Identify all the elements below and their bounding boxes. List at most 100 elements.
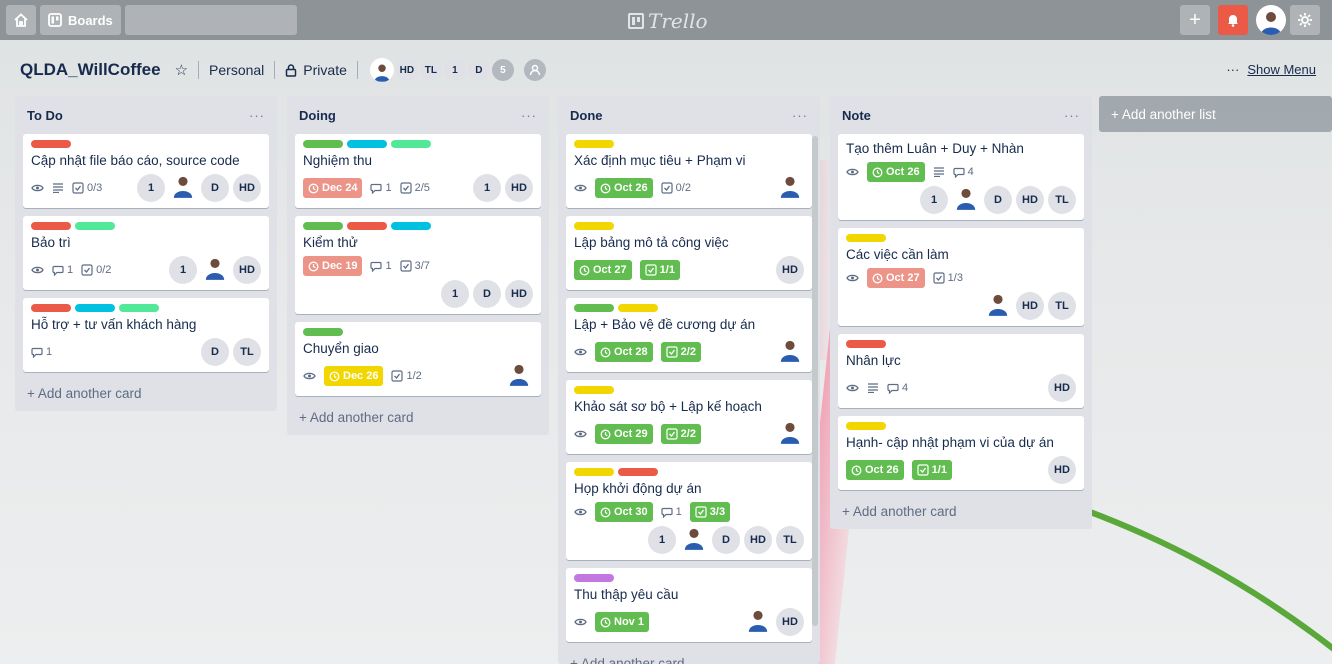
search-box[interactable] bbox=[103, 5, 297, 35]
team-button[interactable]: Personal bbox=[209, 62, 264, 78]
list-menu-icon[interactable]: ··· bbox=[521, 108, 537, 123]
card-label[interactable] bbox=[574, 386, 614, 394]
card-label[interactable] bbox=[303, 328, 343, 336]
card[interactable]: Thu thập yêu cầu Nov 1 HD bbox=[566, 568, 812, 642]
card-label[interactable] bbox=[574, 574, 614, 582]
list-menu-icon[interactable]: ··· bbox=[249, 108, 265, 123]
list-title[interactable]: To Do bbox=[27, 108, 63, 123]
card[interactable]: Lập + Bảo vệ đề cương dự án Oct 28 2/2 bbox=[566, 298, 812, 372]
due-date-badge[interactable]: Nov 1 bbox=[595, 612, 649, 632]
list-header[interactable]: Doing ··· bbox=[295, 96, 541, 134]
card-member-photo[interactable] bbox=[776, 174, 804, 202]
card-label[interactable] bbox=[846, 422, 886, 430]
board-member[interactable]: 1 bbox=[443, 59, 466, 81]
card-member[interactable]: TL bbox=[776, 526, 804, 554]
add-card-button[interactable]: + Add another card bbox=[295, 404, 541, 427]
card[interactable]: Tạo thêm Luân + Duy + Nhàn Oct 26 4 1 D HD TL bbox=[838, 134, 1084, 220]
card-member-photo[interactable] bbox=[776, 420, 804, 448]
card-member-photo[interactable] bbox=[169, 174, 197, 202]
card-member[interactable]: HD bbox=[233, 174, 261, 202]
board-title[interactable]: QLDA_WillCoffee bbox=[20, 60, 161, 80]
due-date-badge[interactable]: Oct 26 bbox=[867, 162, 925, 182]
card-label[interactable] bbox=[846, 234, 886, 242]
card-label[interactable] bbox=[391, 140, 431, 148]
card-member[interactable]: TL bbox=[1048, 292, 1076, 320]
card[interactable]: Hỗ trợ + tư vấn khách hàng 1 D TL bbox=[23, 298, 269, 372]
card-member[interactable]: HD bbox=[1048, 374, 1076, 402]
card[interactable]: Cập nhật file báo cáo, source code 0/3 1 D… bbox=[23, 134, 269, 208]
settings-button[interactable] bbox=[1290, 5, 1320, 35]
card-member[interactable]: D bbox=[201, 174, 229, 202]
due-date-badge[interactable]: Oct 27 bbox=[574, 260, 632, 280]
card-member[interactable]: HD bbox=[1016, 186, 1044, 214]
due-date-badge[interactable]: Oct 26 bbox=[595, 178, 653, 198]
card-member[interactable]: D bbox=[984, 186, 1012, 214]
card-label[interactable] bbox=[574, 304, 614, 312]
board-member[interactable]: HD bbox=[395, 59, 418, 81]
add-card-button[interactable]: + Add another card bbox=[838, 498, 1084, 521]
card-label[interactable] bbox=[31, 222, 71, 230]
card-member[interactable]: HD bbox=[505, 174, 533, 202]
card-member[interactable]: HD bbox=[1048, 456, 1076, 484]
card-label[interactable] bbox=[31, 140, 71, 148]
card-label[interactable] bbox=[303, 140, 343, 148]
card-member[interactable]: TL bbox=[233, 338, 261, 366]
card-member[interactable]: HD bbox=[776, 256, 804, 284]
card[interactable]: Hạnh- cập nhật phạm vi của dự án Oct 26 1… bbox=[838, 416, 1084, 490]
card[interactable]: Nhân lực 4 HD bbox=[838, 334, 1084, 408]
board-member-photo[interactable] bbox=[369, 58, 394, 82]
board-member[interactable]: TL bbox=[419, 59, 442, 81]
card-member[interactable]: 1 bbox=[137, 174, 165, 202]
list-title[interactable]: Note bbox=[842, 108, 871, 123]
card-member[interactable]: HD bbox=[505, 280, 533, 308]
card-label[interactable] bbox=[846, 340, 886, 348]
list-header[interactable]: To Do ··· bbox=[23, 96, 269, 134]
show-menu[interactable]: ··· Show Menu bbox=[1226, 62, 1316, 77]
card-member-photo[interactable] bbox=[680, 526, 708, 554]
notifications-button[interactable] bbox=[1218, 5, 1248, 35]
card-member-photo[interactable] bbox=[776, 338, 804, 366]
card-label[interactable] bbox=[303, 222, 343, 230]
card-label[interactable] bbox=[75, 304, 115, 312]
user-avatar[interactable] bbox=[1256, 5, 1286, 35]
card[interactable]: Chuyển giao Dec 26 1/2 bbox=[295, 322, 541, 396]
card-member[interactable]: D bbox=[712, 526, 740, 554]
card[interactable]: Xác định mục tiêu + Phạm vi Oct 26 0/2 bbox=[566, 134, 812, 208]
board-member[interactable]: D bbox=[467, 59, 490, 81]
card-member[interactable]: HD bbox=[744, 526, 772, 554]
card-member-photo[interactable] bbox=[201, 256, 229, 284]
search-input[interactable] bbox=[103, 12, 289, 28]
card-label[interactable] bbox=[31, 304, 71, 312]
board-member-count[interactable]: 5 bbox=[491, 59, 514, 81]
card-member-photo[interactable] bbox=[984, 292, 1012, 320]
card-member[interactable]: 1 bbox=[441, 280, 469, 308]
list-header[interactable]: Note ··· bbox=[838, 96, 1084, 134]
due-date-badge[interactable]: Dec 24 bbox=[303, 178, 363, 198]
due-date-badge[interactable]: Oct 27 bbox=[867, 268, 925, 288]
card[interactable]: Bảo trì 1 0/2 1 HD bbox=[23, 216, 269, 290]
add-list-button[interactable]: + Add another list bbox=[1099, 96, 1332, 132]
card-label[interactable] bbox=[618, 468, 658, 476]
card-member-photo[interactable] bbox=[744, 608, 772, 636]
due-date-badge[interactable]: Dec 19 bbox=[303, 256, 363, 276]
card[interactable]: Các việc cần làm Oct 27 1/3 HD TL bbox=[838, 228, 1084, 326]
card-label[interactable] bbox=[574, 140, 614, 148]
card[interactable]: Nghiệm thu Dec 24 1 2/5 1 HD bbox=[295, 134, 541, 208]
list-title[interactable]: Doing bbox=[299, 108, 336, 123]
card-label[interactable] bbox=[391, 222, 431, 230]
card-member-photo[interactable] bbox=[505, 362, 533, 390]
add-card-button[interactable]: + Add another card bbox=[23, 380, 269, 403]
invite-button[interactable] bbox=[523, 59, 546, 81]
card-member[interactable]: TL bbox=[1048, 186, 1076, 214]
list-title[interactable]: Done bbox=[570, 108, 603, 123]
create-button[interactable]: + bbox=[1180, 5, 1210, 35]
card[interactable]: Lập bảng mô tả công việc Oct 27 1/1 HD bbox=[566, 216, 812, 290]
list-menu-icon[interactable]: ··· bbox=[792, 108, 808, 123]
due-date-badge[interactable]: Oct 28 bbox=[595, 342, 653, 362]
card-label[interactable] bbox=[347, 140, 387, 148]
visibility-button[interactable]: Private bbox=[285, 62, 347, 78]
card-member[interactable]: HD bbox=[1016, 292, 1044, 320]
card-label[interactable] bbox=[347, 222, 387, 230]
card[interactable]: Họp khởi động dự án Oct 30 1 3/3 1 D HD TL bbox=[566, 462, 812, 560]
card-member[interactable]: 1 bbox=[920, 186, 948, 214]
